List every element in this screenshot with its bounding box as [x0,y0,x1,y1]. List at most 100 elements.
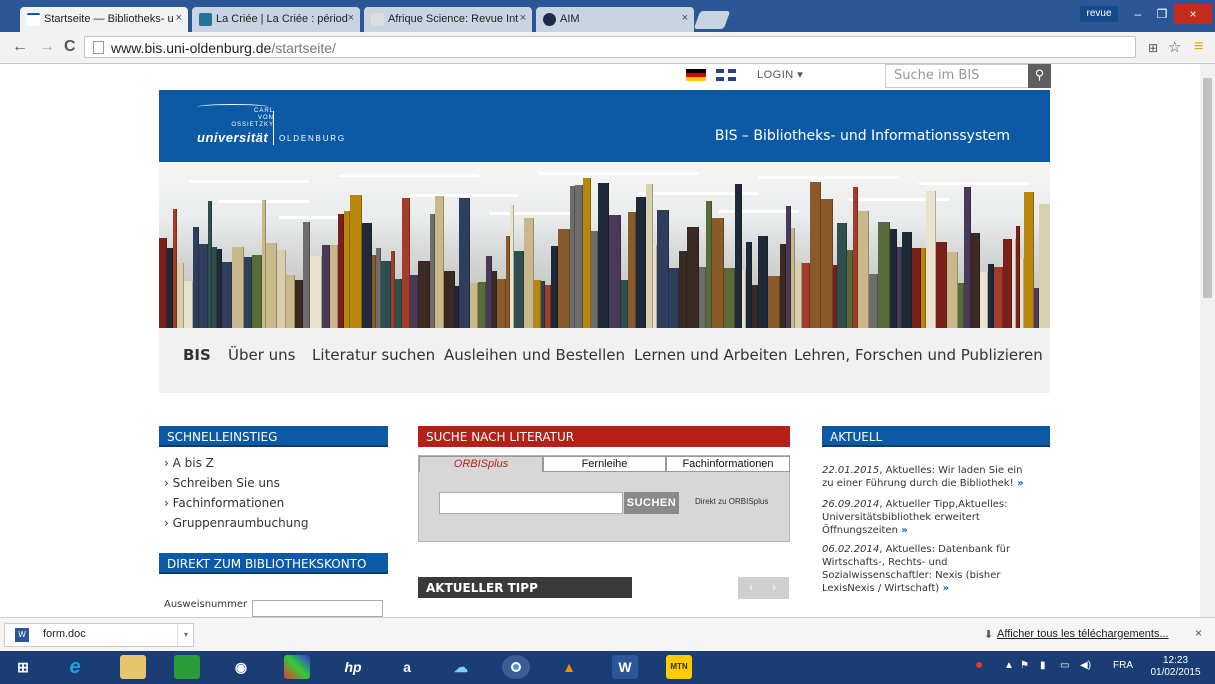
book-spine [558,229,570,328]
tab-startseite[interactable]: Startseite — Bibliotheks- u × [20,7,188,32]
book-spine [758,236,768,328]
quick-link-a-bis-z[interactable]: › A bis Z [164,456,214,470]
download-item[interactable]: W form.doc ▾ [4,623,194,647]
windows-taskbar: ⊞ e ◉ hp a ☁ ▲ W MTN ● ▲ ⚑ ▮ ▭ ◀) FRA 12… [0,651,1215,684]
ceiling-lamp [539,172,699,175]
back-arrow-icon[interactable]: ← [12,38,28,56]
tab-la-criee[interactable]: La Criée | La Criée : périod × [192,7,360,32]
quick-link-gruppenraum[interactable]: › Gruppenraumbuchung [164,516,309,530]
close-window-icon[interactable]: × [1174,4,1212,24]
nav-lernen[interactable]: Lernen und Arbeiten [634,346,788,364]
profile-button[interactable]: revue [1080,6,1118,22]
bookmark-star-icon[interactable]: ☆ [1168,38,1181,56]
word-icon[interactable]: W [612,655,638,679]
tab-title: Startseite — Bibliotheks- u [44,13,174,25]
clock[interactable]: 12:23 01/02/2015 [1148,655,1203,679]
maximize-icon[interactable]: ❐ [1150,4,1174,24]
prev-arrow-icon[interactable]: ‹ [749,580,753,594]
search-icon[interactable]: ⚲ [1028,64,1051,88]
flag-tray-icon[interactable]: ⚑ [1020,660,1029,671]
news-item[interactable]: 06.02.2014, Aktuelles: Datenbank für Wir… [822,543,1032,595]
translate-icon[interactable]: ⊞ [1148,41,1158,55]
site-search-input[interactable]: Suche im BIS [885,64,1029,88]
uk-flag-icon[interactable] [716,69,736,81]
chevron-down-icon[interactable]: ▾ [177,624,194,646]
store-icon[interactable] [174,655,200,679]
address-bar[interactable]: www.bis.uni-oldenburg.de/startseite/ [84,36,1136,58]
book-spine [669,268,679,328]
display-icon[interactable]: ▭ [1060,660,1069,671]
book-spine [277,250,286,328]
page-scrollbar[interactable] [1200,64,1215,617]
wordpress-favicon-icon [199,13,212,26]
header-title: BIS – Bibliotheks- und Informationssyste… [714,128,1010,144]
ie-icon[interactable]: e [62,655,88,679]
quick-link-fachinfo[interactable]: › Fachinformationen [164,496,284,510]
alert-icon[interactable]: ● [975,656,983,672]
nav-lehren[interactable]: Lehren, Forschen und Publizieren [794,346,1043,364]
book-spine [687,227,699,328]
logo-oldenburg: OLDENBURG [279,134,346,143]
word-doc-icon: W [15,628,29,642]
network-icon[interactable]: ▮ [1040,660,1046,671]
tab-fernleihe[interactable]: Fernleihe [543,456,666,472]
tab-close-icon[interactable]: × [348,12,354,24]
news-item[interactable]: 22.01.2015, Aktuelles: Wir laden Sie ein… [822,464,1032,490]
amazon-icon[interactable]: a [394,655,420,679]
schnelleinstieg-heading: SCHNELLEINSTIEG [159,426,388,447]
news-item[interactable]: 26.09.2014, Aktueller Tipp,Aktuelles: Un… [822,498,1032,537]
nav-bis[interactable]: BIS [183,346,211,364]
ceiling-lamp [189,180,309,183]
literatur-search-input[interactable] [439,492,623,514]
login-menu[interactable]: LOGIN ▾ [757,68,803,81]
language-indicator[interactable]: FRA [1113,660,1133,671]
ausweis-label: Ausweisnummer [164,599,248,610]
book-spine [1039,204,1050,328]
book-spine [878,222,890,328]
tab-aim[interactable]: AIM × [536,7,694,32]
nav-ueber-uns[interactable]: Über uns [228,346,296,364]
book-spine [395,279,402,328]
forward-arrow-icon[interactable]: → [39,38,55,56]
menu-icon[interactable]: ≡ [1194,38,1203,56]
ausweisnummer-input[interactable] [252,600,383,617]
tab-close-icon[interactable]: × [520,12,526,24]
tab-close-icon[interactable]: × [682,12,688,24]
suchen-button[interactable]: SUCHEN [624,492,679,514]
explorer-icon[interactable] [120,655,146,679]
university-logo[interactable]: CARL VON OSSIETZKY universität OLDENBURG [197,104,367,150]
media-icon[interactable]: ◉ [228,655,254,679]
show-all-downloads-link[interactable]: Afficher tous les téléchargements... [997,628,1169,640]
ceiling-lamp [489,212,579,215]
paint-icon[interactable] [284,655,310,679]
scroll-thumb[interactable] [1203,78,1212,298]
tab-afrique-science[interactable]: Afrique Science: Revue Int × [364,7,532,32]
nav-ausleihen[interactable]: Ausleihen und Bestellen [444,346,625,364]
nav-literatur-suchen[interactable]: Literatur suchen [312,346,435,364]
show-hidden-icons[interactable]: ▲ [1004,660,1014,671]
hp-icon[interactable]: hp [340,655,366,679]
windows-start-icon[interactable]: ⊞ [10,655,36,679]
book-spine [591,231,598,328]
book-spine [418,261,430,328]
quick-link-schreiben[interactable]: › Schreiben Sie uns [164,476,280,490]
clock-date: 01/02/2015 [1150,667,1201,678]
volume-icon[interactable]: ◀) [1080,660,1091,671]
tab-close-icon[interactable]: × [176,12,182,24]
cloud-icon[interactable]: ☁ [448,655,474,679]
next-arrow-icon[interactable]: › [772,580,776,594]
tab-orbisplus[interactable]: ORBISplus [419,456,543,472]
direkt-orbisplus-link[interactable]: Direkt zu ORBISplus [695,497,768,506]
german-flag-icon[interactable] [686,69,706,81]
reload-icon[interactable]: C [64,38,76,56]
vlc-icon[interactable]: ▲ [556,655,582,679]
minimize-icon[interactable]: – [1126,4,1150,24]
new-tab-button[interactable] [693,11,731,29]
mtn-icon[interactable]: MTN [666,655,692,679]
book-spine [310,256,322,328]
tab-fachinformationen[interactable]: Fachinformationen [666,456,790,472]
book-spine [435,196,444,328]
close-download-bar-icon[interactable]: × [1195,626,1202,640]
chrome-icon[interactable] [502,655,530,679]
book-spine [890,229,897,328]
